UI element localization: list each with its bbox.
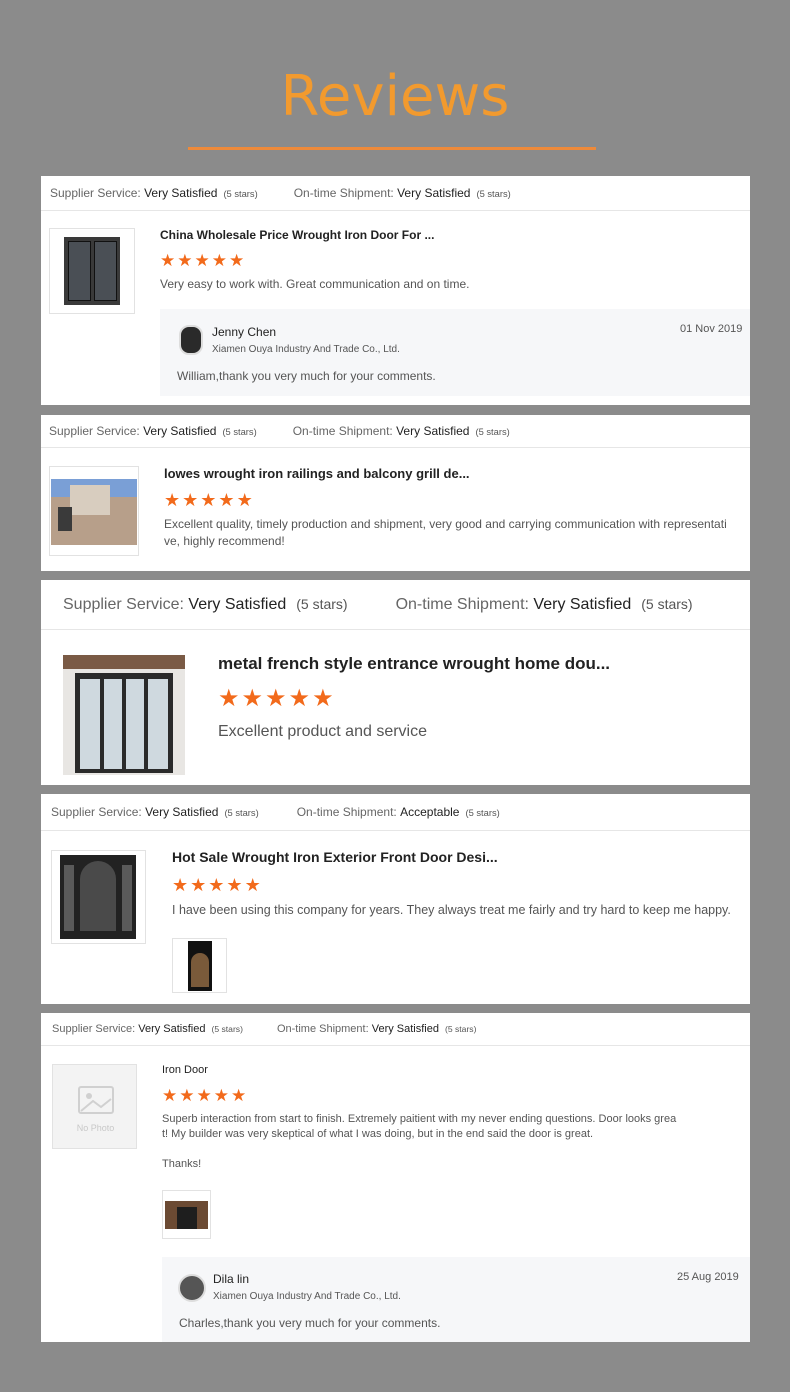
review-ratings-header: Supplier Service: Very Satisfied (5 stars… — [41, 176, 750, 211]
review-ratings-header: Supplier Service: Very Satisfied (5 stars… — [41, 794, 750, 831]
star-icon: ★ — [200, 490, 217, 510]
star-icon: ★ — [162, 1086, 178, 1105]
star-icon: ★ — [177, 251, 193, 270]
reply-message: William,thank you very much for your com… — [177, 369, 436, 383]
star-icon: ★ — [160, 251, 176, 270]
star-rating: ★ ★ ★ ★ ★ — [160, 252, 244, 269]
reply-author-name: Jenny Chen — [212, 325, 277, 339]
heading-underline — [188, 147, 596, 150]
star-icon: ★ — [288, 685, 311, 712]
star-icon: ★ — [312, 685, 334, 712]
shipment-rating: On-time Shipment: Very Satisfied (5 stars… — [292, 424, 510, 438]
review-text: Excellent quality, timely production and… — [164, 517, 727, 548]
supplier-service-rating: Supplier Service: Very Satisfied (5 stars… — [63, 595, 348, 613]
product-thumbnail[interactable] — [51, 850, 146, 944]
star-icon: ★ — [182, 490, 199, 510]
avatar — [178, 1274, 206, 1302]
review-text: Excellent product and service — [218, 723, 427, 740]
star-icon: ★ — [196, 1086, 212, 1105]
product-title[interactable]: Hot Sale Wrought Iron Exterior Front Doo… — [172, 849, 498, 865]
shipment-rating: On-time Shipment: Acceptable (5 stars) — [296, 805, 500, 819]
star-icon: ★ — [190, 875, 207, 895]
avatar — [179, 325, 203, 355]
page-heading: Reviews — [280, 64, 510, 129]
reply-message: Charles,thank you very much for your com… — [179, 1316, 441, 1330]
star-icon: ★ — [218, 685, 240, 712]
star-icon: ★ — [244, 875, 261, 895]
star-icon: ★ — [194, 251, 210, 270]
review-card: Supplier Service: Very Satisfied (5 stars… — [41, 580, 750, 785]
review-text: Superb interaction from start to finish.… — [162, 1113, 677, 1170]
supplier-service-rating: Supplier Service: Very Satisfied (5 stars… — [51, 805, 259, 819]
product-title[interactable]: metal french style entrance wrought home… — [218, 654, 610, 674]
star-icon: ★ — [241, 685, 264, 712]
product-title[interactable]: China Wholesale Price Wrought Iron Door … — [160, 228, 434, 242]
star-icon: ★ — [231, 1086, 247, 1105]
reply-date: 01 Nov 2019 — [680, 323, 743, 335]
product-thumbnail-placeholder: No Photo — [52, 1064, 137, 1149]
product-thumbnail[interactable] — [63, 655, 185, 775]
star-rating: ★ ★ ★ ★ ★ — [162, 1087, 246, 1104]
reply-company: Xiamen Ouya Industry And Trade Co., Ltd. — [212, 344, 400, 355]
star-icon: ★ — [213, 1086, 229, 1105]
review-card: Supplier Service: Very Satisfied (5 stars… — [41, 1013, 750, 1342]
review-card: Supplier Service: Very Satisfied (5 stars… — [41, 415, 750, 571]
review-text: I have been using this company for years… — [172, 903, 731, 917]
shipment-rating: On-time Shipment: Very Satisfied (5 stars… — [395, 595, 693, 613]
product-thumbnail[interactable] — [49, 466, 139, 556]
star-icon: ★ — [229, 251, 245, 270]
review-card: Supplier Service: Very Satisfied (5 stars… — [41, 176, 750, 405]
star-icon: ★ — [236, 490, 253, 510]
no-photo-label: No Photo — [76, 1123, 115, 1133]
review-card: Supplier Service: Very Satisfied (5 stars… — [41, 794, 750, 1004]
review-photo[interactable] — [172, 938, 227, 993]
review-text: Very easy to work with. Great communicat… — [160, 277, 470, 291]
supplier-service-rating: Supplier Service: Very Satisfied (5 stars… — [49, 424, 257, 438]
reply-author-name: Dila lin — [213, 1272, 250, 1286]
star-icon: ★ — [226, 875, 243, 895]
star-icon: ★ — [164, 490, 181, 510]
review-photo[interactable] — [162, 1190, 211, 1239]
star-icon: ★ — [179, 1086, 195, 1105]
image-placeholder-icon — [78, 1086, 114, 1114]
star-rating: ★ ★ ★ ★ ★ — [172, 876, 261, 894]
product-thumbnail[interactable] — [49, 228, 135, 314]
supplier-reply: Jenny Chen Xiamen Ouya Industry And Trad… — [160, 309, 750, 396]
review-ratings-header: Supplier Service: Very Satisfied (5 stars… — [41, 580, 750, 630]
supplier-service-rating: Supplier Service: Very Satisfied (5 stars… — [52, 1023, 243, 1035]
reply-date: 25 Aug 2019 — [677, 1271, 739, 1283]
reply-company: Xiamen Ouya Industry And Trade Co., Ltd. — [213, 1291, 401, 1302]
star-icon: ★ — [172, 875, 189, 895]
star-rating: ★ ★ ★ ★ ★ — [218, 687, 334, 711]
supplier-service-rating: Supplier Service: Very Satisfied (5 stars… — [50, 186, 258, 200]
product-title[interactable]: Iron Door — [162, 1064, 208, 1076]
supplier-reply: Dila lin Xiamen Ouya Industry And Trade … — [162, 1257, 750, 1342]
product-title[interactable]: lowes wrought iron railings and balcony … — [164, 466, 470, 481]
review-ratings-header: Supplier Service: Very Satisfied (5 stars… — [41, 415, 750, 448]
star-rating: ★ ★ ★ ★ ★ — [164, 491, 253, 509]
shipment-rating: On-time Shipment: Very Satisfied (5 stars… — [293, 186, 511, 200]
star-icon: ★ — [211, 251, 227, 270]
star-icon: ★ — [208, 875, 225, 895]
star-icon: ★ — [265, 685, 287, 712]
star-icon: ★ — [218, 490, 235, 510]
shipment-rating: On-time Shipment: Very Satisfied (5 stars… — [276, 1023, 477, 1035]
review-ratings-header: Supplier Service: Very Satisfied (5 stars… — [41, 1013, 750, 1046]
